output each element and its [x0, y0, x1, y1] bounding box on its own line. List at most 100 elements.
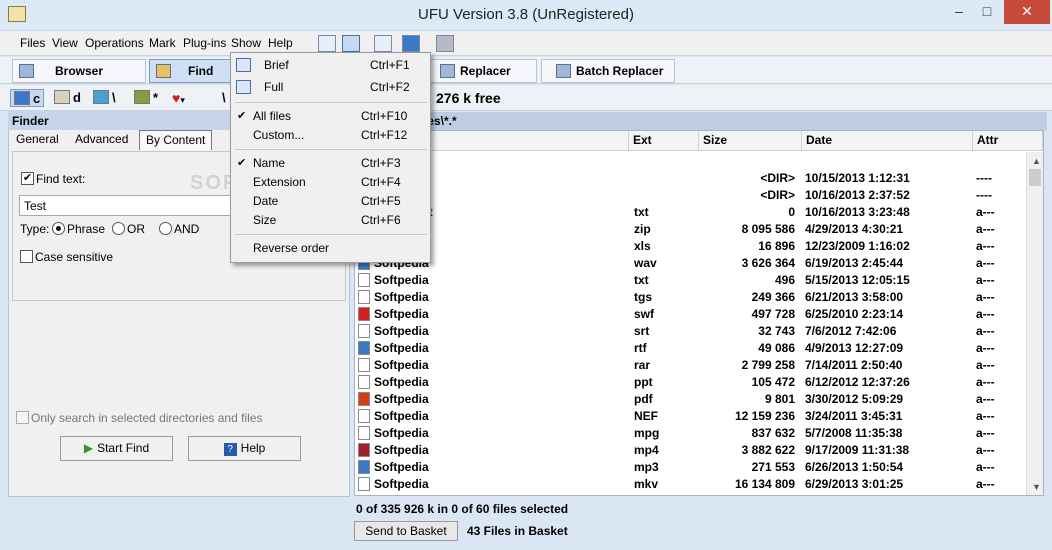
menu-item-full-shortcut: Ctrl+F2 — [370, 80, 410, 94]
menu-item-name-label: Name — [253, 156, 286, 170]
table-row[interactable]: ]<DIR>10/16/2013 2:37:52---- — [355, 187, 1025, 204]
file-name: Softpedia — [374, 358, 429, 372]
table-row[interactable]: Softpedia rar 2 799 258 7/14/2011 2:50:40 a-… — [355, 357, 1025, 374]
type-phrase-radio[interactable] — [52, 222, 65, 235]
table-row[interactable]: xls 16 896 12/23/2009 1:16:02 a--- — [355, 238, 1025, 255]
table-row[interactable]: Softpedia rtf 49 086 4/9/2013 12:27:09 a--- — [355, 340, 1025, 357]
drive-d[interactable]: d — [54, 89, 81, 107]
brief-view-icon[interactable] — [318, 35, 336, 52]
table-row[interactable]: Softpedia mp4 3 882 622 9/17/2009 11:31:38 a… — [355, 442, 1025, 459]
table-row[interactable]: Softpedia mkv 16 134 809 6/29/2013 3:01:25 a… — [355, 476, 1025, 493]
menu-item-custom-shortcut: Ctrl+F12 — [361, 128, 408, 142]
menu-show[interactable]: Show — [231, 36, 261, 50]
table-row[interactable]: Softpedia pdf 9 801 3/30/2012 5:09:29 a--- — [355, 391, 1025, 408]
file-name: Softpedia — [374, 426, 429, 440]
table-row[interactable]: zip 8 095 586 4/29/2013 4:30:21 a--- — [355, 221, 1025, 238]
tab-finder-label: Find — [188, 64, 214, 78]
only-search-label: Only search in selected directories and … — [31, 411, 263, 425]
file-ext: ppt — [634, 375, 653, 389]
basket-count: 43 Files in Basket — [467, 524, 568, 538]
table-row[interactable]: Softpedia tgs 249 366 6/21/2013 3:58:00 a--- — [355, 289, 1025, 306]
menu-item-size-label: Size — [253, 213, 277, 227]
scroll-down-icon[interactable]: ▼ — [1032, 482, 1041, 492]
file-ext: zip — [634, 222, 651, 236]
file-date: 3/30/2012 5:09:29 — [805, 392, 904, 406]
tab-finder[interactable]: Find — [149, 59, 233, 83]
file-ext: mpg — [634, 426, 660, 440]
menu-help[interactable]: Help — [268, 36, 293, 50]
type-and-radio[interactable] — [159, 222, 172, 235]
file-icon — [358, 409, 370, 423]
scroll-thumb[interactable] — [1029, 169, 1041, 186]
tab-replacer[interactable]: Replacer — [425, 59, 537, 83]
file-size: 105 472 — [751, 375, 795, 389]
file-attr: ---- — [976, 188, 992, 202]
minimize-button[interactable]: – — [946, 0, 972, 24]
find-text-checkbox[interactable]: ✔ — [21, 172, 34, 185]
menu-plugins[interactable]: Plug-ins — [183, 36, 226, 50]
col-date-header[interactable]: Date — [802, 131, 973, 151]
file-icon — [358, 426, 370, 440]
file-ext: rar — [634, 358, 651, 372]
menu-item-reverse-order[interactable]: Reverse order — [231, 239, 430, 258]
menu-item-size[interactable]: Size Ctrl+F6 — [231, 211, 430, 230]
menu-item-custom[interactable]: Custom... Ctrl+F12 — [231, 126, 430, 145]
menu-item-date[interactable]: Date Ctrl+F5 — [231, 192, 430, 211]
tab-browser[interactable]: Browser — [12, 59, 146, 83]
settings-icon[interactable] — [402, 35, 420, 52]
menu-item-extension[interactable]: Extension Ctrl+F4 — [231, 173, 430, 192]
root-button[interactable]: \ — [222, 89, 226, 107]
show-menu: Brief Ctrl+F1 Full Ctrl+F2 ✔ All files Ctrl+… — [230, 52, 431, 263]
menu-files[interactable]: Files — [20, 36, 45, 50]
favorites-button[interactable]: ♥▾ — [172, 89, 185, 107]
tab-by-content[interactable]: By Content — [139, 130, 213, 150]
drive-network[interactable]: \ — [93, 89, 116, 107]
drive-package[interactable]: * — [134, 89, 158, 107]
file-size: 16 896 — [758, 239, 795, 253]
file-date: 6/25/2010 2:23:14 — [805, 307, 904, 321]
menu-item-all-files[interactable]: ✔ All files Ctrl+F10 — [231, 107, 430, 126]
table-row[interactable]: Softpedia mpg 837 632 5/7/2008 11:35:38 a--- — [355, 425, 1025, 442]
table-row[interactable]: Softpedia swf 497 728 6/25/2010 2:23:14 a--- — [355, 306, 1025, 323]
checklist-icon[interactable] — [374, 35, 392, 52]
menu-operations[interactable]: Operations — [85, 36, 144, 50]
tab-batch-replacer[interactable]: Batch Replacer — [541, 59, 675, 83]
table-row[interactable]: Documenttxt010/16/2013 3:23:48a--- — [355, 204, 1025, 221]
table-row[interactable]: Softpedia wav 3 626 364 6/19/2013 2:45:44 a-… — [355, 255, 1025, 272]
menu-item-full[interactable]: Full Ctrl+F2 — [231, 78, 430, 97]
drive-c[interactable]: c — [10, 89, 45, 107]
menu-item-brief[interactable]: Brief Ctrl+F1 — [231, 56, 430, 75]
col-ext-header[interactable]: Ext — [629, 131, 699, 151]
col-size-header[interactable]: Size — [699, 131, 802, 151]
col-attr-header[interactable]: Attr — [973, 131, 1043, 151]
menu-mark[interactable]: Mark — [149, 36, 176, 50]
table-row[interactable]: Softpedia ppt 105 472 6/12/2012 12:37:26 a--… — [355, 374, 1025, 391]
maximize-button[interactable]: □ — [974, 0, 1000, 24]
table-row[interactable]: Softpedia NEF 12 159 236 3/24/2011 3:45:31 a… — [355, 408, 1025, 425]
close-button[interactable]: ✕ — [1004, 0, 1050, 24]
table-row[interactable]: Softpedia mp3 271 553 6/26/2013 1:50:54 a--- — [355, 459, 1025, 476]
vertical-scrollbar[interactable]: ▲ ▼ — [1026, 152, 1043, 495]
window-title: UFU Version 3.8 (UnRegistered) — [418, 6, 634, 23]
only-search-checkbox[interactable] — [16, 411, 29, 424]
send-to-basket-button[interactable]: Send to Basket — [354, 521, 458, 541]
basket-icon[interactable] — [436, 35, 454, 52]
full-view-icon[interactable] — [342, 35, 360, 52]
start-find-button[interactable]: ▶ Start Find — [60, 436, 173, 461]
table-row[interactable]: <DIR> 10/15/2013 1:12:31 ---- — [355, 170, 1025, 187]
table-row[interactable]: Softpedia srt 32 743 7/6/2012 7:42:06 a--- — [355, 323, 1025, 340]
scroll-up-icon[interactable]: ▲ — [1032, 156, 1041, 166]
file-ext: mp4 — [634, 443, 659, 457]
help-button[interactable]: ? Help — [188, 436, 301, 461]
file-attr: a--- — [976, 392, 995, 406]
menu-view[interactable]: View — [52, 36, 78, 50]
case-sensitive-checkbox[interactable] — [20, 250, 33, 263]
file-ext: xls — [634, 239, 651, 253]
file-name: Softpedia — [374, 307, 429, 321]
tab-advanced[interactable]: Advanced — [69, 130, 134, 150]
type-or-radio[interactable] — [112, 222, 125, 235]
menu-item-extension-label: Extension — [253, 175, 306, 189]
tab-general[interactable]: General — [10, 130, 65, 150]
table-row[interactable]: Softpedia txt 496 5/15/2013 12:05:15 a--- — [355, 272, 1025, 289]
menu-item-name[interactable]: ✔ Name Ctrl+F3 — [231, 154, 430, 173]
